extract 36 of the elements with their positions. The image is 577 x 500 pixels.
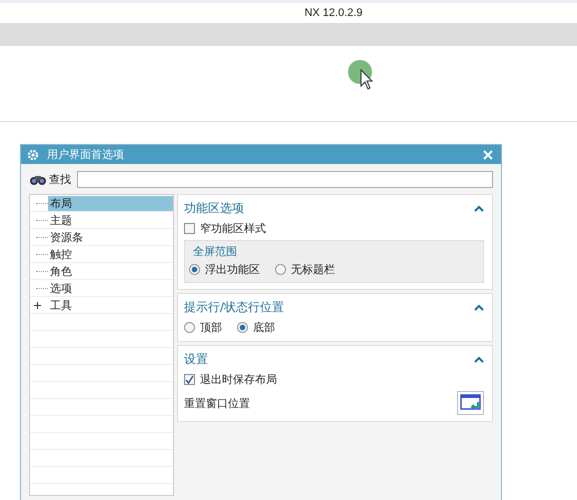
reset-window-button[interactable] xyxy=(457,391,484,415)
section-title: 提示行/状态行位置 xyxy=(184,298,284,316)
tree-item[interactable]: 布局 xyxy=(48,196,173,210)
group-title: 全屏范围 xyxy=(192,244,238,259)
action-label: 重置窗口位置 xyxy=(184,396,250,410)
close-button[interactable] xyxy=(481,148,495,162)
dialog-title: 用户界面首选项 xyxy=(47,147,125,162)
checkbox-label: 窄功能区样式 xyxy=(200,221,266,236)
caret-icon[interactable] xyxy=(474,304,484,310)
tree-item[interactable]: 触控 xyxy=(48,246,173,262)
binoculars-icon xyxy=(29,174,47,186)
radio-button[interactable] xyxy=(184,322,195,333)
radio-label: 顶部 xyxy=(200,320,222,335)
tree-item[interactable]: 工具 xyxy=(48,298,173,312)
radio-label: 无标题栏 xyxy=(291,262,335,277)
app-title: NX 12.0.2.9 xyxy=(304,7,363,19)
checkbox-label: 退出时保存布局 xyxy=(200,372,277,387)
section-title: 功能区选项 xyxy=(184,200,244,216)
caret-icon[interactable] xyxy=(474,356,484,362)
section-title: 设置 xyxy=(184,350,208,368)
tree-item[interactable]: 主题 xyxy=(48,212,173,228)
checkbox[interactable] xyxy=(184,374,195,385)
radio-label: 底部 xyxy=(253,320,275,335)
gear-icon xyxy=(27,148,39,160)
checkbox[interactable] xyxy=(184,223,195,234)
radio-button[interactable] xyxy=(275,264,286,275)
search-field[interactable] xyxy=(77,171,493,188)
tree-item[interactable]: 选项 xyxy=(48,280,173,296)
caret-icon[interactable] xyxy=(474,204,484,212)
radio-button[interactable] xyxy=(237,322,248,333)
tree-item[interactable]: 资源条 xyxy=(48,230,173,244)
radio-label: 浮出功能区 xyxy=(205,262,260,277)
cursor-icon xyxy=(348,60,374,90)
tree-item[interactable]: 角色 xyxy=(48,264,173,278)
search-label: 查找 xyxy=(49,172,71,187)
radio-button[interactable] xyxy=(189,264,200,275)
